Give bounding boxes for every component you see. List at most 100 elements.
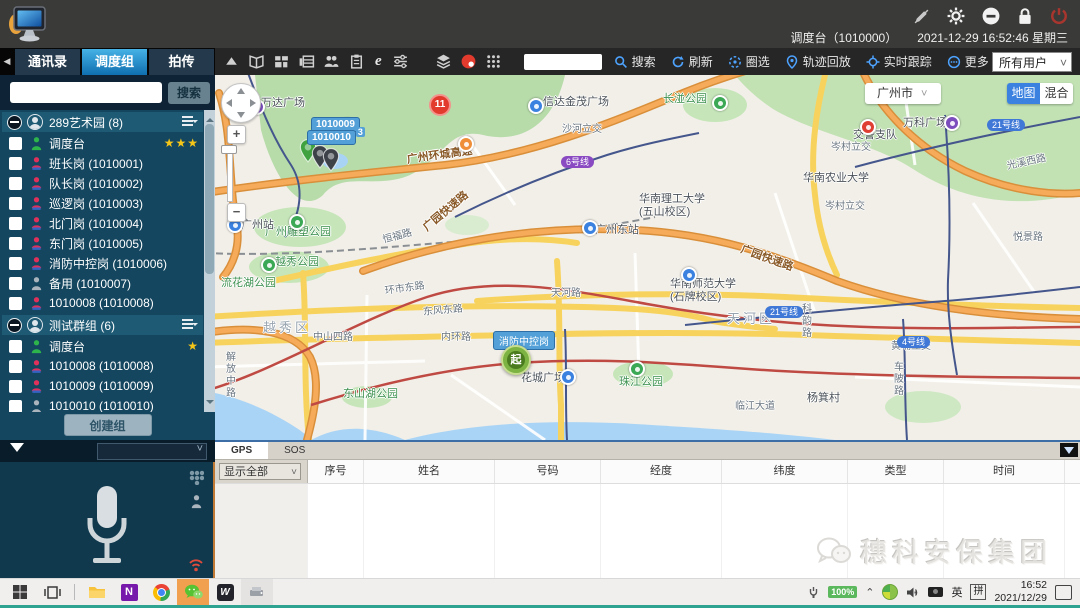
clipboard-icon[interactable] <box>348 53 365 70</box>
zoom-slider-knob[interactable] <box>221 145 237 154</box>
sidebar-search-button[interactable]: 搜索 <box>168 81 210 104</box>
contact-checkbox[interactable] <box>9 236 22 250</box>
poi-icon[interactable] <box>528 98 544 114</box>
map-toolbar-button[interactable]: 更多 <box>947 53 989 70</box>
poi-icon[interactable] <box>458 136 474 152</box>
plug-icon[interactable] <box>807 586 820 599</box>
contact-item[interactable]: 1010008 (1010008) <box>0 293 215 313</box>
ime-language[interactable]: 英 <box>951 584 962 600</box>
device-pin-dark[interactable] <box>322 148 340 172</box>
city-selector[interactable]: 广州市 <box>865 83 941 104</box>
user-filter-select[interactable]: 所有用户 <box>992 51 1072 73</box>
map-search-input[interactable] <box>523 53 602 70</box>
contact-item[interactable]: 调度台 ★ <box>0 336 215 356</box>
wps-button[interactable]: W <box>209 579 241 605</box>
zoom-in-button[interactable]: + <box>227 125 246 144</box>
cluster-marker[interactable]: 11 <box>429 94 451 116</box>
device-tag[interactable]: 1010010 3 <box>307 127 365 145</box>
keypad-icon[interactable] <box>189 470 204 485</box>
layer-hybrid-button[interactable]: 混合 <box>1040 83 1073 104</box>
sidebar-search-input[interactable] <box>10 82 162 103</box>
contact-checkbox[interactable] <box>9 276 22 290</box>
battery-status[interactable]: 100% <box>828 586 858 598</box>
column-header[interactable]: 类型 <box>848 460 944 483</box>
map-toolbar-button[interactable]: 搜索 <box>614 53 656 70</box>
contact-item[interactable]: 巡逻岗 (1010003) <box>0 193 215 213</box>
onenote-button[interactable]: N <box>113 579 145 605</box>
contact-item[interactable]: 备用 (1010007) <box>0 273 215 293</box>
zoom-slider-track[interactable] <box>227 146 233 202</box>
contact-checkbox[interactable] <box>9 176 22 190</box>
map-toolbar-button[interactable]: 圈选 <box>728 53 770 70</box>
collapse-toolbar-icon[interactable] <box>223 53 240 70</box>
gps-table-body[interactable]: 穗科安保集团 <box>215 484 1080 578</box>
member-icon[interactable] <box>189 494 204 509</box>
pen-disabled-icon[interactable] <box>913 8 930 25</box>
contact-item[interactable]: 1010008 (1010008) <box>0 356 215 376</box>
map-canvas[interactable]: 万达广场 信达金茂广场 沙河立交 长湴公园 广州环城高速 恒福路 广州雕塑公园 越秀公园 广州站… <box>215 75 1080 440</box>
column-header[interactable]: 纬度 <box>722 460 848 483</box>
contact-checkbox[interactable] <box>9 156 22 170</box>
poi-icon[interactable] <box>681 267 697 283</box>
collapse-group-icon[interactable] <box>7 114 22 130</box>
collapse-sidebar-arrow-icon[interactable]: ◀ <box>0 48 14 75</box>
contact-checkbox[interactable] <box>9 399 22 412</box>
column-header[interactable]: 经度 <box>601 460 722 483</box>
tab-contacts[interactable]: 通讯录 <box>15 49 80 75</box>
lock-icon[interactable] <box>1017 7 1033 25</box>
map-toolbar-button[interactable]: 实时跟踪 <box>866 53 932 70</box>
tab-sos[interactable]: SOS <box>268 442 321 459</box>
contact-item[interactable]: 队长岗 (1010002) <box>0 173 215 193</box>
column-header[interactable]: 姓名 <box>364 460 495 483</box>
start-point-pin[interactable]: 起 <box>501 345 531 375</box>
tab-gps[interactable]: GPS <box>215 442 269 459</box>
console-device-icon[interactable] <box>298 53 315 70</box>
users-icon[interactable] <box>323 53 340 70</box>
contact-item[interactable]: 班长岗 (1010001) <box>0 153 215 173</box>
map-pan-compass[interactable] <box>221 83 261 123</box>
layers-icon[interactable] <box>435 53 452 70</box>
column-header[interactable]: 序号 <box>308 460 364 483</box>
settings-gear-icon[interactable] <box>947 7 965 25</box>
show-all-dropdown[interactable]: 显示全部 <box>219 463 301 481</box>
security-360-icon[interactable] <box>882 584 899 600</box>
tab-dispatch-group[interactable]: 调度组 <box>82 49 147 75</box>
file-explorer-button[interactable] <box>81 579 113 605</box>
contact-item[interactable]: 消防中控岗 (1010006) <box>0 253 215 273</box>
minimize-icon[interactable] <box>982 7 1000 25</box>
contact-item[interactable]: 东门岗 (1010005) <box>0 233 215 253</box>
poi-icon[interactable] <box>560 369 576 385</box>
collapse-group-icon[interactable] <box>7 317 22 333</box>
apps-grid-icon[interactable] <box>485 53 502 70</box>
app-logo-computer-icon[interactable] <box>8 3 50 45</box>
ie-browser-icon[interactable]: e <box>375 53 382 70</box>
power-icon[interactable] <box>1050 7 1068 25</box>
group-header[interactable]: 289艺术园 (8) <box>2 112 203 132</box>
chrome-button[interactable] <box>145 579 177 605</box>
poi-icon[interactable] <box>261 257 277 273</box>
hidden-icons-chevron[interactable]: ⌃ <box>865 586 874 599</box>
contact-item[interactable]: 1010009 (1010009) <box>0 376 215 396</box>
map-book-icon[interactable] <box>248 53 265 70</box>
window-layout-icon[interactable] <box>273 53 290 70</box>
map-toolbar-button[interactable]: 轨迹回放 <box>785 53 851 70</box>
wechat-button[interactable] <box>177 579 209 605</box>
notification-center-icon[interactable] <box>1055 584 1072 600</box>
ptt-channel-select[interactable] <box>97 442 207 460</box>
contact-checkbox[interactable] <box>9 196 22 210</box>
tab-photo-upload[interactable]: 拍传 <box>149 49 214 75</box>
filter-sliders-icon[interactable] <box>392 53 409 70</box>
dispatch-app-button[interactable] <box>241 579 273 605</box>
column-header[interactable]: 时间 <box>944 460 1065 483</box>
poi-icon[interactable] <box>712 95 728 111</box>
column-header[interactable]: 号码 <box>495 460 601 483</box>
contact-checkbox[interactable] <box>9 216 22 230</box>
taskbar-clock[interactable]: 16:52 2021/12/29 <box>994 579 1047 605</box>
map-toolbar-button[interactable]: 刷新 <box>671 53 713 70</box>
contact-item[interactable]: 1010010 (1010010) <box>0 396 215 412</box>
chat-notification-icon[interactable] <box>460 53 477 70</box>
contact-item[interactable]: 北门岗 (1010004) <box>0 213 215 233</box>
contact-checkbox[interactable] <box>9 359 22 373</box>
create-group-button[interactable]: 创建组 <box>63 414 152 436</box>
contact-item[interactable]: 调度台 ★★★ <box>0 133 215 153</box>
